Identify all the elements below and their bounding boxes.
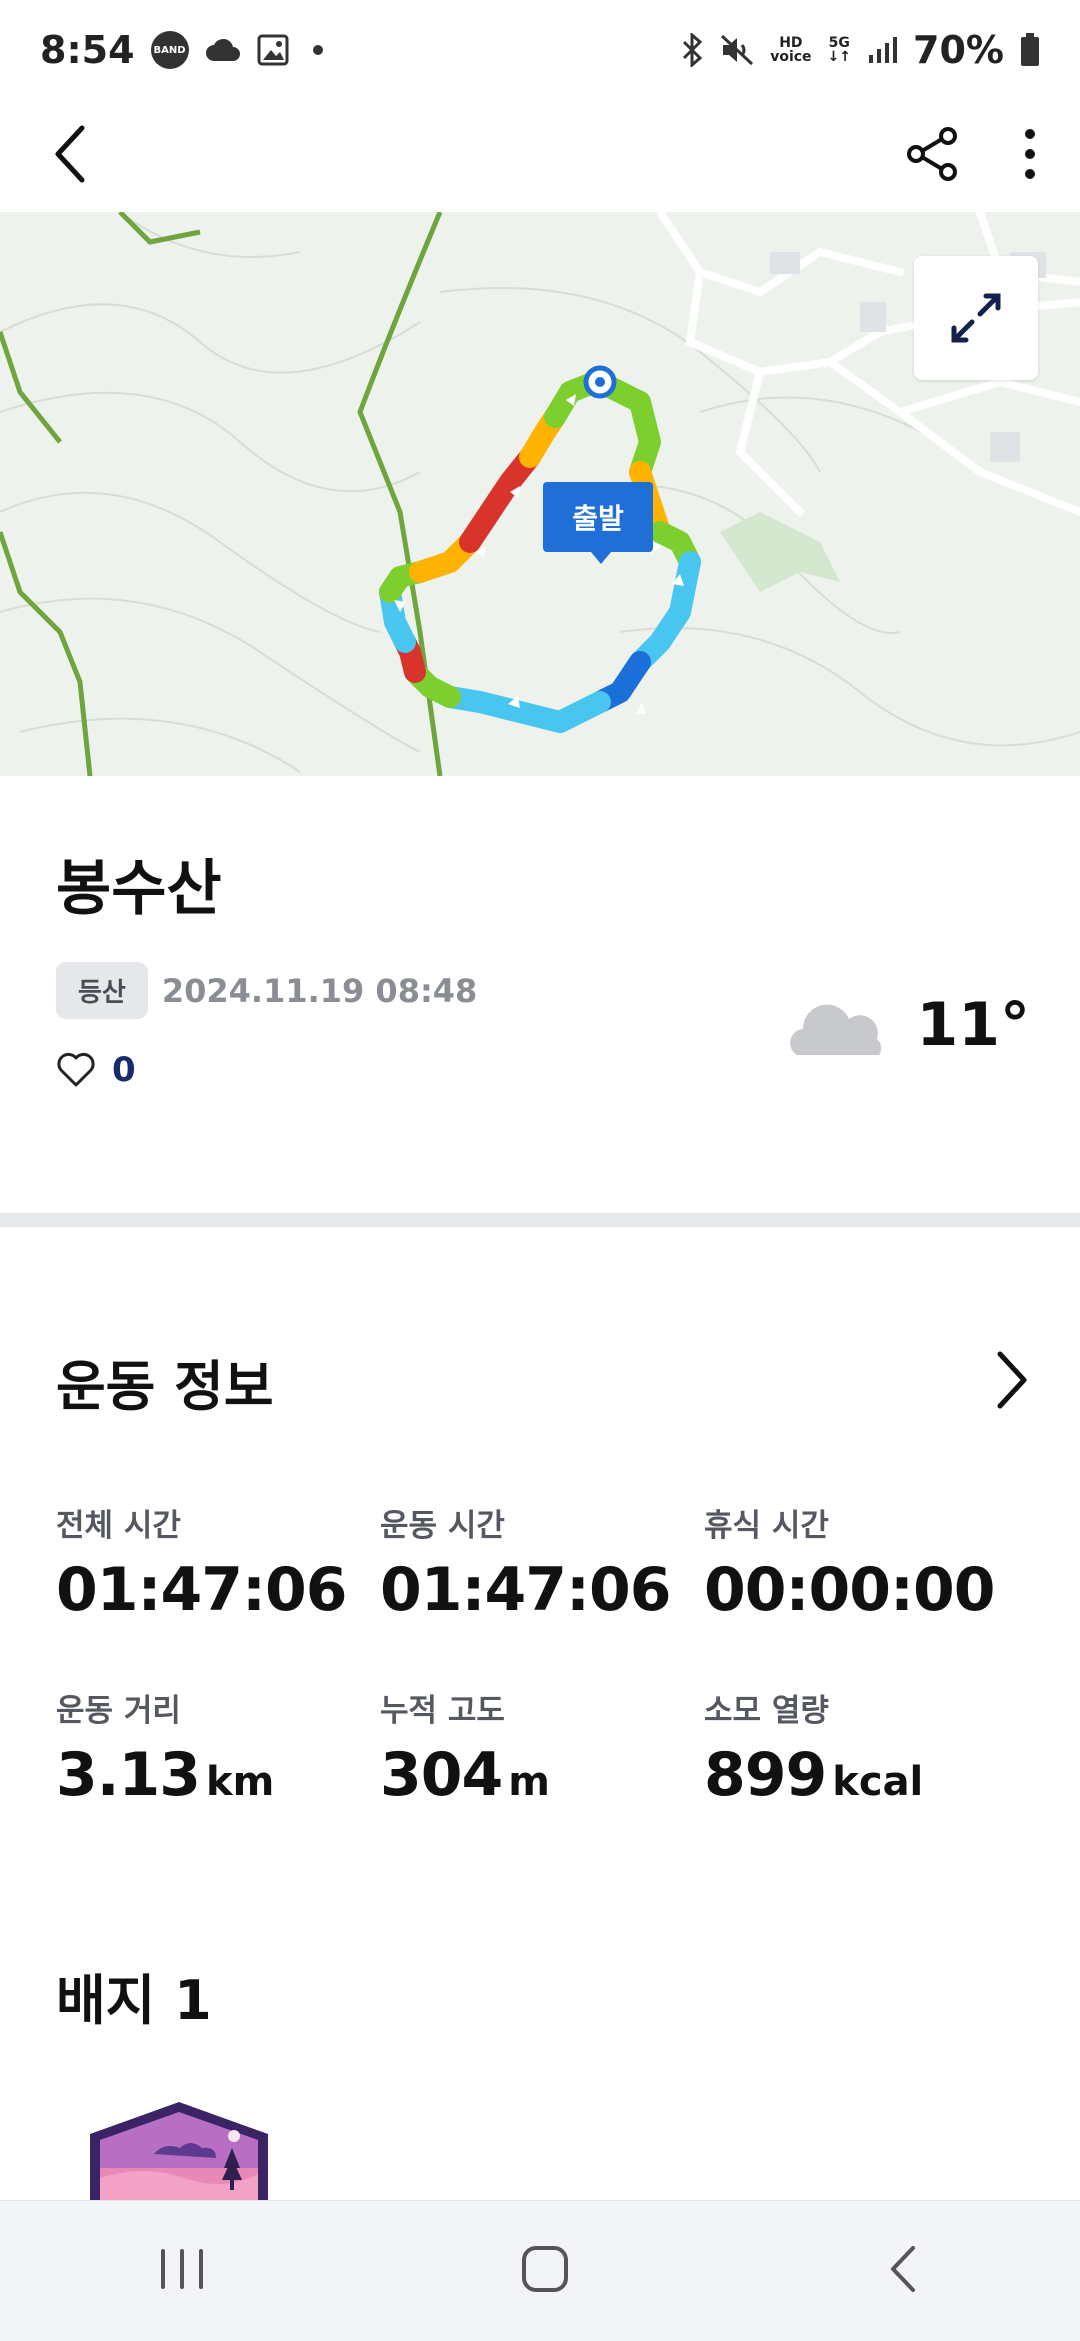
stat-value: 01:47:06: [56, 1555, 347, 1625]
map-expand-button[interactable]: [914, 256, 1038, 380]
mute-icon: [720, 34, 754, 66]
status-right: HD voice 5G ↓↑ 70%: [680, 28, 1040, 72]
stat-label: 전체 시간: [56, 1508, 181, 1544]
hd-label: HD: [779, 35, 803, 51]
stat-unit: kcal: [832, 1759, 924, 1805]
status-left: 8:54 BAND: [40, 28, 323, 72]
status-bar: 8:54 BAND HD voice 5G ↓↑ 70%: [0, 0, 1080, 100]
activity-datetime: 2024.11.19 08:48: [161, 971, 478, 1010]
stat-exercise-time: 운동 시간 01:47:06: [380, 1500, 704, 1625]
stat-label: 운동 거리: [56, 1693, 181, 1729]
stat-value: 899: [704, 1740, 827, 1810]
home-icon: [521, 2246, 568, 2292]
cloud-icon: [789, 1004, 881, 1055]
band-app-icon: BAND: [150, 31, 189, 69]
category-badge: 등산: [56, 962, 148, 1019]
stat-label: 소모 열량: [704, 1693, 829, 1729]
like-count: 0: [112, 1050, 136, 1090]
activity-title: 봉수산: [56, 854, 222, 924]
stat-elevation: 누적 고도 304 m: [380, 1685, 704, 1810]
exercise-stats-grid: 전체 시간 01:47:06 운동 시간 01:47:06 휴식 시간 00:0…: [56, 1500, 1036, 1810]
voice-label: voice: [770, 49, 812, 65]
stat-calories: 소모 열량 899 kcal: [704, 1685, 1028, 1810]
cloud-sync-icon: [205, 37, 241, 63]
stat-unit: m: [508, 1759, 550, 1805]
home-button[interactable]: [520, 2244, 570, 2298]
badge-image: [90, 2102, 268, 2208]
stat-label: 누적 고도: [380, 1693, 505, 1729]
stat-total-time: 전체 시간 01:47:06: [56, 1500, 380, 1625]
stat-value: 304: [380, 1740, 503, 1810]
signal-icon: [867, 35, 898, 65]
temperature: 11°: [916, 990, 1031, 1060]
stat-label: 운동 시간: [380, 1508, 505, 1544]
back-button[interactable]: [50, 124, 90, 188]
heart-icon: [57, 1052, 95, 1087]
activity-meta: 등산 2024.11.19 08:48: [56, 962, 477, 1019]
mountain-badge[interactable]: [84, 2098, 274, 2212]
data-arrows-icon: ↓↑: [827, 49, 852, 65]
exercise-info-detail-button[interactable]: [994, 1350, 1030, 1414]
section-divider: [0, 1213, 1080, 1227]
more-button[interactable]: [1020, 126, 1040, 186]
expand-icon: [951, 293, 1001, 343]
more-vertical-icon: [1025, 129, 1035, 179]
back-icon: [891, 2246, 916, 2292]
stat-distance: 운동 거리 3.13 km: [56, 1685, 380, 1810]
stat-label: 휴식 시간: [704, 1508, 829, 1544]
battery-icon: [1020, 33, 1040, 67]
status-time: 8:54: [40, 28, 135, 72]
chevron-right-icon: [997, 1351, 1027, 1409]
app-bar-actions: [904, 126, 1040, 186]
exercise-info-title: 운동 정보: [56, 1355, 274, 1418]
recent-apps-button[interactable]: [157, 2247, 207, 2295]
network-label: 5G: [828, 35, 850, 51]
like-button[interactable]: 0: [56, 1050, 136, 1090]
recent-apps-icon: [160, 2249, 203, 2289]
badges-title: 배지 1: [56, 1969, 212, 2032]
app-bar: [0, 100, 1080, 212]
system-nav-bar: [0, 2200, 1080, 2341]
battery-percent: 70%: [913, 28, 1004, 72]
weather-info: 11°: [789, 990, 1031, 1060]
bluetooth-icon: [680, 33, 704, 67]
share-icon: [907, 127, 957, 181]
system-back-button[interactable]: [883, 2244, 923, 2298]
start-marker: 출발: [543, 482, 653, 564]
gallery-icon: [257, 34, 289, 66]
share-button[interactable]: [904, 126, 960, 186]
hd-voice-indicator: HD voice: [770, 36, 811, 64]
stat-unit: km: [206, 1759, 275, 1805]
stat-value: 01:47:06: [380, 1555, 671, 1625]
chevron-left-icon: [55, 125, 85, 183]
stat-rest-time: 휴식 시간 00:00:00: [704, 1500, 1028, 1625]
network-type-indicator: 5G ↓↑: [828, 36, 851, 64]
stat-value: 3.13: [56, 1740, 201, 1810]
notification-dot: [312, 45, 323, 55]
stat-value: 00:00:00: [704, 1555, 995, 1625]
